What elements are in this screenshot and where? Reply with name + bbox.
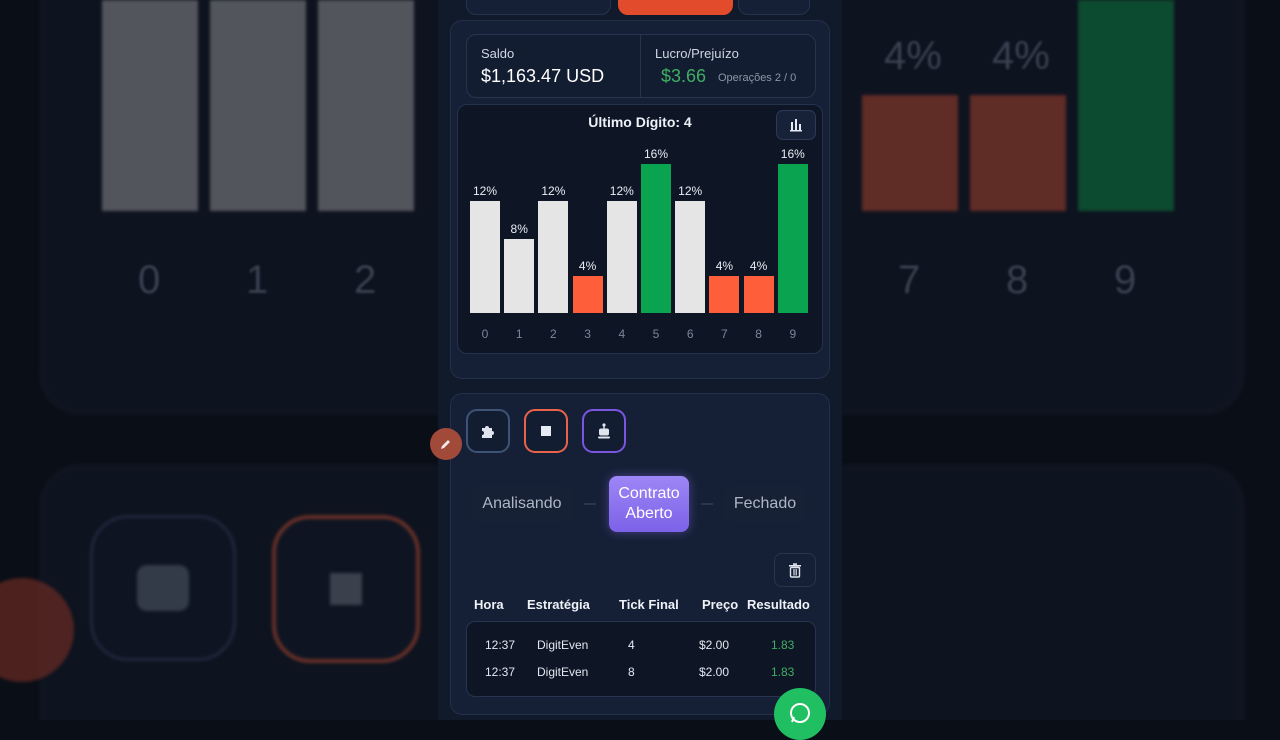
top-button-left[interactable] — [466, 0, 611, 15]
col-time: Hora — [474, 597, 504, 612]
robot-button[interactable] — [582, 409, 626, 453]
cell-strategy: DigitEven — [537, 638, 589, 652]
bg-bar-9 — [1078, 0, 1174, 211]
x-tick-label: 3 — [584, 327, 591, 341]
x-tick-label: 9 — [789, 327, 797, 341]
col-final-tick: Tick Final — [619, 597, 679, 612]
cell-time: 12:37 — [485, 665, 516, 679]
stats-panel: Saldo $1,163.47 USD Lucro/Prejuízo $3.66… — [466, 34, 816, 98]
cell-result: 1.83 — [771, 638, 795, 652]
chart-toggle-button[interactable] — [776, 110, 816, 140]
bg-stop-button — [272, 515, 420, 663]
bg-bar-1 — [210, 0, 306, 211]
status-contract-line1: Contrato — [618, 485, 680, 502]
whatsapp-button[interactable] — [774, 688, 826, 740]
pencil-icon — [441, 440, 450, 449]
status-contract-line2: Aberto — [625, 505, 673, 522]
bar-value-label: 12% — [609, 184, 634, 199]
bar-digit-7 — [709, 275, 740, 313]
status-contract-open: Contrato Aberto — [609, 476, 689, 532]
bar-digit-3 — [572, 275, 603, 313]
chart-title: Último Dígito: 4 — [588, 114, 692, 130]
robot-icon — [598, 423, 610, 439]
bg-puzzle-button — [90, 515, 236, 661]
app-column: Saldo $1,163.47 USD Lucro/Prejuízo $3.66… — [438, 0, 842, 720]
cell-price: $2.00 — [699, 665, 730, 679]
x-tick-label: 6 — [686, 327, 694, 341]
bar-digit-9 — [777, 164, 808, 313]
balance-label: Saldo — [481, 46, 515, 61]
edit-button[interactable] — [430, 428, 462, 460]
bg-bar-2 — [318, 0, 414, 211]
stats-divider — [640, 35, 641, 97]
profit-label: Lucro/Prejuízo — [655, 46, 739, 61]
bar-value-label: 12% — [541, 184, 566, 199]
puzzle-button[interactable] — [466, 409, 510, 453]
x-tick-label: 4 — [618, 327, 626, 341]
bg-bar-7 — [862, 95, 958, 211]
top-button-right[interactable] — [738, 0, 810, 15]
bar-digit-1 — [504, 238, 535, 313]
x-tick-label: 5 — [652, 327, 660, 341]
col-result: Resultado — [747, 597, 810, 612]
bg-bar-8 — [970, 95, 1066, 211]
operations-count: Operações 2 / 0 — [718, 72, 797, 84]
bar-digit-2 — [538, 201, 569, 313]
bar-value-label: 16% — [643, 147, 669, 161]
bg-bar-0 — [102, 0, 198, 211]
cell-final-tick: 8 — [628, 665, 635, 679]
bar-digit-4 — [606, 201, 637, 313]
col-strategy: Estratégia — [527, 597, 590, 612]
bg-digit-9: 9 — [1114, 258, 1137, 302]
top-button-start[interactable] — [618, 0, 733, 15]
bar-value-label: 12% — [678, 184, 703, 199]
x-tick-label: 1 — [515, 327, 523, 341]
bg-pct-7: 4% — [884, 34, 942, 78]
status-connector-2 — [701, 503, 713, 505]
bar-value-label: 8% — [510, 221, 528, 236]
bar-value-label: 4% — [749, 258, 768, 273]
stop-button[interactable] — [524, 409, 568, 453]
cell-time: 12:37 — [485, 638, 516, 652]
balance-value: $1,163.47 USD — [481, 66, 605, 86]
cell-result: 1.83 — [771, 665, 795, 679]
last-digit-chart: Último Dígito: 4 12% 0 8% 1 12% 2 4% 3 12% 4 16% 5 1… — [457, 104, 823, 354]
bg-digit-7: 7 — [898, 258, 921, 302]
x-tick-label: 8 — [755, 327, 762, 341]
trash-icon — [789, 562, 801, 578]
bg-pct-8: 4% — [992, 34, 1050, 78]
bg-digit-2: 2 — [354, 258, 377, 302]
stop-icon — [541, 426, 551, 436]
bar-value-label: 12% — [472, 184, 498, 199]
history-table: 12:37 DigitEven 4 $2.00 1.83 12:37 Digit… — [466, 621, 816, 697]
cell-final-tick: 4 — [628, 638, 635, 652]
bg-digit-0: 0 — [138, 258, 161, 302]
cell-price: $2.00 — [699, 638, 730, 652]
status-analyzing: Analisando — [472, 486, 572, 522]
bg-digit-8: 8 — [1006, 258, 1029, 302]
x-tick-label: 7 — [721, 327, 728, 341]
bar-value-label: 16% — [780, 147, 805, 161]
bar-digit-5 — [641, 164, 671, 313]
x-tick-label: 0 — [481, 327, 489, 341]
status-closed: Fechado — [725, 486, 805, 522]
bg-digit-1: 1 — [246, 258, 269, 302]
clear-history-button[interactable] — [774, 553, 816, 587]
bar-digit-0 — [470, 201, 500, 313]
cell-strategy: DigitEven — [537, 665, 589, 679]
status-connector-1 — [584, 503, 596, 505]
whatsapp-icon — [790, 703, 810, 723]
profit-value: $3.66 — [661, 66, 707, 86]
bar-digit-8 — [743, 275, 774, 313]
bar-chart-icon — [790, 119, 802, 132]
bar-value-label: 4% — [578, 258, 597, 273]
x-tick-label: 2 — [550, 327, 557, 341]
bar-digit-6 — [675, 201, 706, 313]
puzzle-icon — [482, 426, 494, 438]
col-price: Preço — [702, 597, 739, 612]
